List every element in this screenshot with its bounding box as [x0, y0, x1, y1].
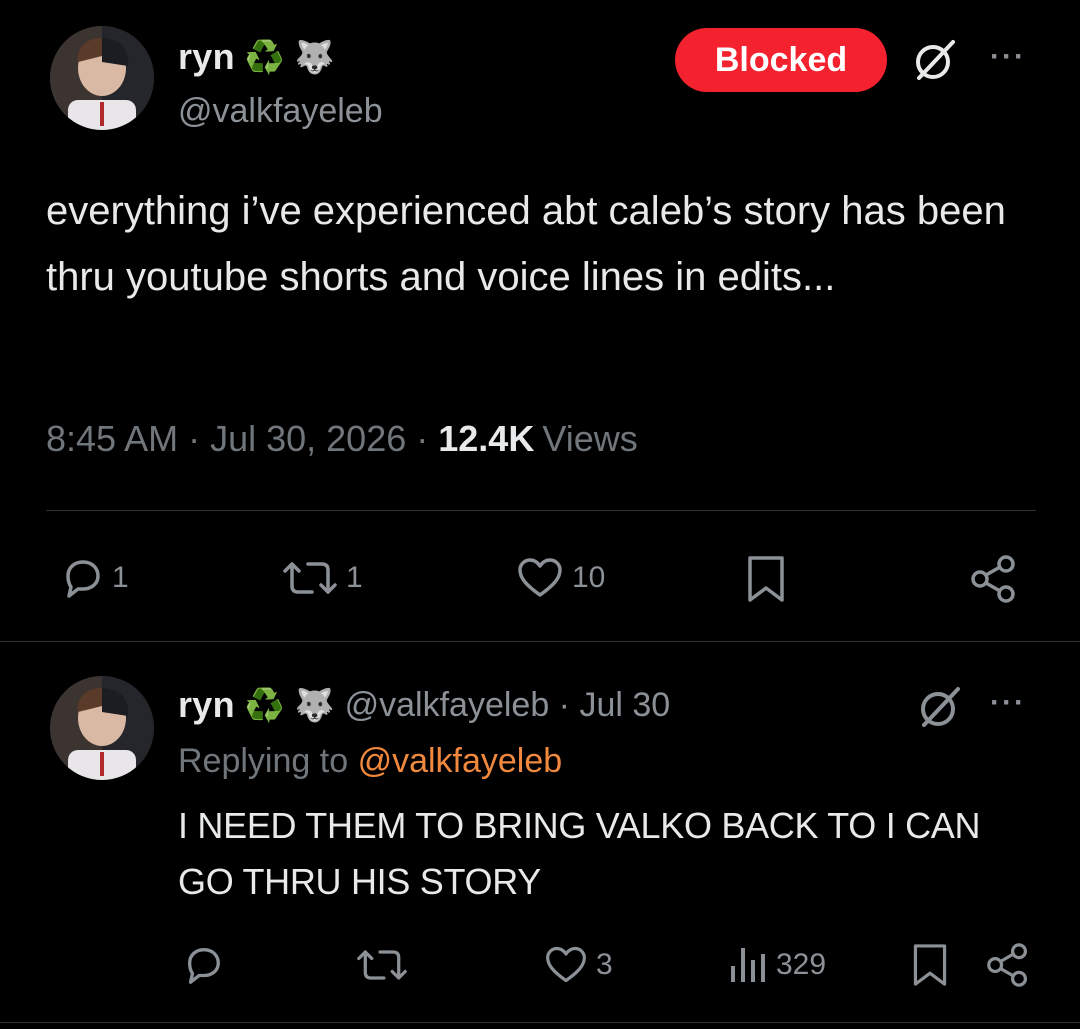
avatar-image [50, 676, 154, 780]
bookmark-button[interactable] [910, 942, 950, 988]
share-icon [986, 942, 1030, 988]
tweet-time[interactable]: 8:45 AM [46, 418, 178, 460]
like-button[interactable]: 10 [516, 556, 605, 600]
reply-button[interactable]: 1 [60, 556, 129, 600]
wolf-emoji: 🐺 [294, 687, 335, 723]
bookmark-icon [910, 942, 950, 988]
divider [0, 641, 1080, 642]
repost-button[interactable]: 1 [282, 556, 363, 600]
heart-icon [544, 944, 588, 986]
share-icon [970, 554, 1018, 604]
tweet-text: everything i’ve experienced abt caleb’s … [46, 189, 1006, 299]
views-label: Views [542, 418, 638, 459]
author-display-name[interactable]: ryn [178, 36, 235, 78]
tweet-meta: 8:45 AM · Jul 30, 2026 · 12.4K Views [46, 418, 638, 460]
reply-handle-date[interactable]: @valkfayeleb · Jul 30 [345, 686, 671, 725]
views-count: 329 [776, 948, 827, 981]
like-count: 10 [572, 561, 606, 594]
avatar[interactable] [50, 26, 154, 130]
reply-icon [60, 556, 104, 600]
reply-author-line: ryn ♻️ 🐺 @valkfayeleb · Jul 30 [178, 684, 670, 726]
bookmark-icon [744, 554, 788, 604]
meta-separator: · [416, 418, 429, 459]
like-button[interactable]: 3 [544, 944, 613, 986]
share-button[interactable] [986, 942, 1030, 988]
repost-button[interactable] [356, 944, 408, 986]
author-handle[interactable]: @valkfayeleb [178, 92, 383, 131]
bookmark-button[interactable] [744, 554, 788, 604]
tweet-date[interactable]: Jul 30, 2026 [210, 418, 406, 460]
avatar-image [50, 26, 154, 130]
avatar[interactable] [50, 676, 154, 780]
wolf-emoji: 🐺 [294, 39, 335, 75]
reply-button[interactable] [182, 944, 224, 986]
meta-separator: · [188, 418, 201, 459]
reply-icon [182, 944, 224, 986]
replying-to-label: Replying to [178, 742, 349, 780]
reply-text: I NEED THEM TO BRING VALKO BACK TO I CAN… [178, 805, 981, 902]
like-count: 3 [596, 948, 613, 981]
replying-to-handle[interactable]: @valkfayeleb [358, 742, 563, 780]
repost-icon [356, 944, 408, 986]
blocked-button[interactable]: Blocked [675, 28, 887, 92]
heart-icon [516, 556, 564, 600]
repost-icon [282, 556, 338, 600]
author-display-name[interactable]: ryn [178, 684, 235, 726]
divider [46, 510, 1036, 511]
recycle-emoji: ♻️ [244, 39, 285, 75]
reply-count: 1 [112, 561, 129, 594]
more-options-icon[interactable]: ··· [990, 40, 1026, 74]
replying-to-line: Replying to @valkfayeleb [178, 742, 562, 781]
more-options-icon[interactable]: ··· [990, 686, 1026, 720]
share-button[interactable] [970, 554, 1018, 604]
grok-icon[interactable] [911, 36, 959, 84]
tweet-detail-page: ryn ♻️ 🐺 @valkfayeleb Blocked ··· everyt… [0, 0, 1080, 1029]
divider [0, 1022, 1080, 1023]
views-button[interactable]: 329 [728, 944, 826, 986]
analytics-icon [728, 944, 768, 986]
recycle-emoji: ♻️ [244, 687, 285, 723]
repost-count: 1 [346, 561, 363, 594]
views-count[interactable]: 12.4K [438, 418, 534, 460]
main-tweet-header: ryn ♻️ 🐺 @valkfayeleb Blocked ··· [50, 26, 1040, 136]
author-name-line: ryn ♻️ 🐺 [178, 36, 335, 78]
grok-icon[interactable] [916, 683, 964, 731]
